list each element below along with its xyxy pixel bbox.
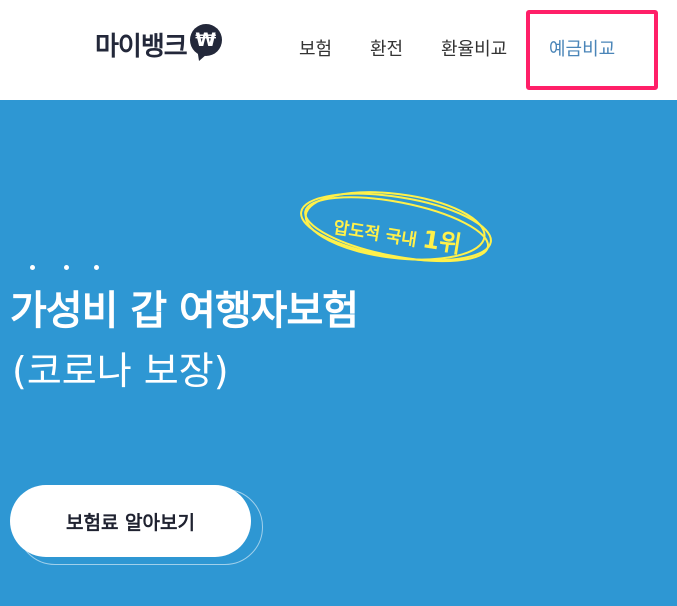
emphasis-dots — [22, 265, 162, 273]
logo-text: 마이뱅크 — [95, 31, 188, 62]
emphasis-dot — [64, 265, 69, 270]
top-rank-badge: 압도적 국내 1위 — [296, 185, 496, 270]
top-header: 마이뱅크 ₩ 보험 환전 환율비교 예금비교 — [0, 0, 677, 100]
nav-insurance[interactable]: 보험 — [299, 35, 332, 61]
hero-banner: 압도적 국내 1위 가성비 갑 여행자보험 (코로나 보장) 보험료 알아보기 — [0, 100, 677, 606]
nav-exchange[interactable]: 환전 — [370, 35, 403, 61]
hero-headline: 가성비 갑 여행자보험 — [10, 288, 359, 334]
badge-rank: 1위 — [420, 225, 464, 259]
won-speech-bubble-icon: ₩ — [189, 24, 222, 56]
check-premium-button[interactable]: 보험료 알아보기 — [10, 485, 251, 557]
hero-subheadline: (코로나 보장) — [12, 349, 229, 393]
emphasis-dot — [94, 265, 99, 270]
nav-deposit-compare[interactable]: 예금비교 — [549, 35, 615, 61]
nav-rate-compare[interactable]: 환율비교 — [441, 35, 507, 61]
mybank-logo[interactable]: 마이뱅크 ₩ — [95, 22, 222, 66]
emphasis-dot — [30, 265, 35, 270]
